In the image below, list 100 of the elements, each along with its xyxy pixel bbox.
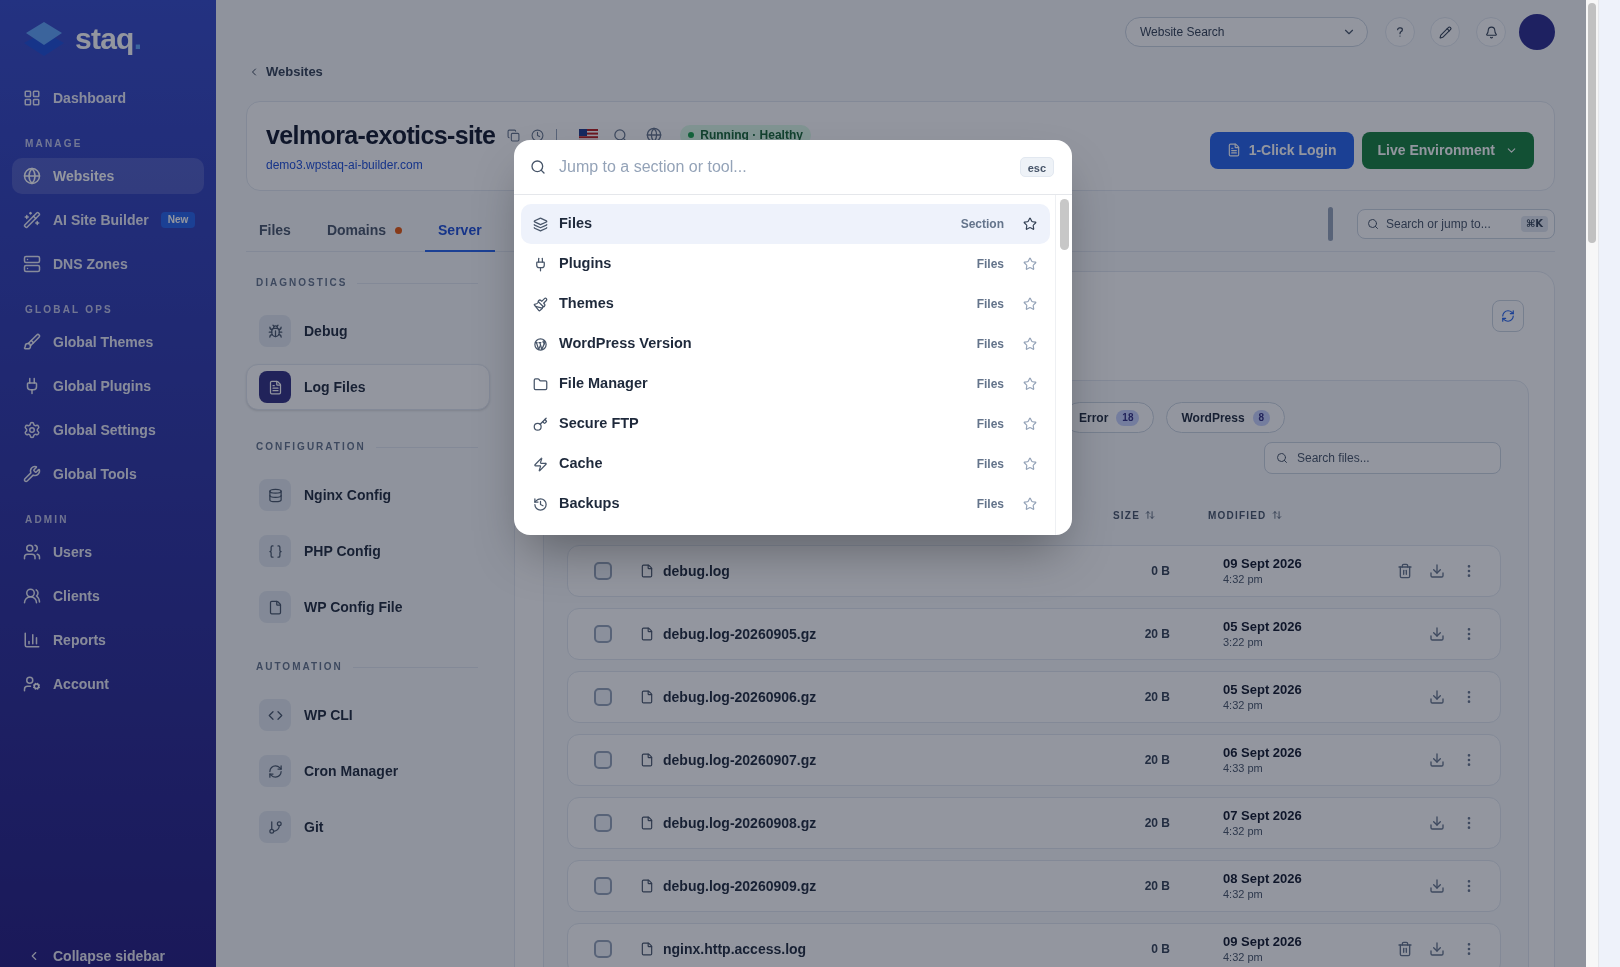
palette-search-input[interactable]: Jump to a section or tool... [559, 152, 1020, 182]
palette-item[interactable]: WordPress Version Files [521, 324, 1050, 364]
scrollbar-thumb[interactable] [1588, 3, 1596, 243]
download-icon[interactable] [1429, 752, 1445, 768]
star-icon[interactable] [1023, 337, 1037, 351]
sidebar-item[interactable]: Global Plugins [12, 368, 204, 404]
sidebar-item[interactable]: Global Tools [12, 456, 204, 492]
plug-icon [533, 256, 548, 272]
log-file-row[interactable]: debug.log-20260906.gz 20 B 05 Sept 2026 4:32 pm [567, 671, 1501, 723]
star-icon[interactable] [1023, 417, 1037, 431]
star-icon[interactable] [1023, 217, 1037, 231]
download-icon[interactable] [1429, 563, 1445, 579]
row-checkbox[interactable] [594, 562, 612, 580]
users-icon [23, 543, 41, 561]
download-icon[interactable] [1429, 878, 1445, 894]
row-checkbox[interactable] [594, 688, 612, 706]
server-nav-item[interactable]: Cron Manager [246, 748, 490, 794]
palette-item[interactable]: File Manager Files [521, 364, 1050, 404]
sidebar-item[interactable]: Global Themes [12, 324, 204, 360]
collapse-sidebar-button[interactable]: Collapse sidebar [12, 946, 166, 966]
file-name: debug.log-20260908.gz [663, 813, 818, 833]
star-icon[interactable] [1023, 457, 1037, 471]
file-search-field[interactable]: Search files... [1264, 442, 1501, 474]
login-button[interactable]: 1-Click Login [1209, 131, 1354, 169]
row-checkbox[interactable] [594, 877, 612, 895]
row-checkbox[interactable] [594, 814, 612, 832]
trash-icon[interactable] [1397, 941, 1413, 957]
palette-item[interactable]: Files Section [521, 204, 1050, 244]
logo-icon [24, 22, 64, 56]
breadcrumb-link[interactable]: Websites [246, 64, 323, 80]
sidebar-item[interactable]: Users [12, 534, 204, 570]
refresh-button[interactable] [1492, 300, 1524, 332]
wrench-icon [23, 465, 41, 483]
star-icon[interactable] [1023, 377, 1037, 391]
category-label: Files [976, 496, 1004, 513]
website-search-field[interactable]: Website Search [1125, 17, 1368, 47]
download-icon[interactable] [1429, 941, 1445, 957]
sidebar-item[interactable]: AI Site Builder New [12, 202, 204, 238]
copy-icon[interactable] [507, 128, 521, 142]
avatar[interactable] [1519, 14, 1555, 50]
server-nav-item[interactable]: Nginx Config [246, 472, 490, 518]
server-nav-item[interactable]: Debug [246, 308, 490, 354]
globe-icon[interactable] [646, 127, 663, 143]
server-nav-item[interactable]: Git [246, 804, 490, 850]
row-checkbox[interactable] [594, 940, 612, 958]
column-header[interactable]: SIZE [1075, 507, 1155, 523]
site-url-link[interactable]: demo3.wpstaq-ai-builder.com [266, 157, 423, 173]
tab[interactable]: Files [246, 210, 304, 252]
palette-item[interactable]: Cache Files [521, 444, 1050, 484]
log-file-row[interactable]: debug.log-20260905.gz 20 B 05 Sept 2026 3:22 pm [567, 608, 1501, 660]
file-icon [640, 627, 654, 641]
server-nav-item[interactable]: PHP Config [246, 528, 490, 574]
row-checkbox[interactable] [594, 625, 612, 643]
palette-item[interactable]: Themes Files [521, 284, 1050, 324]
sidebar-item[interactable]: Account [12, 666, 204, 702]
file-icon [640, 690, 654, 704]
log-file-row[interactable]: debug.log-20260907.gz 20 B 06 Sept 2026 4:33 pm [567, 734, 1501, 786]
tab[interactable]: Domains [313, 210, 416, 252]
server-nav-item[interactable]: WP CLI [246, 692, 490, 738]
download-icon[interactable] [1429, 689, 1445, 705]
modified-time: 4:33 pm [1223, 761, 1263, 775]
log-file-row[interactable]: debug.log 0 B 09 Sept 2026 4:32 pm [567, 545, 1501, 597]
log-file-row[interactable]: debug.log-20260908.gz 20 B 07 Sept 2026 4:32 pm [567, 797, 1501, 849]
log-file-row[interactable]: nginx.http.access.log 0 B 09 Sept 2026 4:32 pm [567, 923, 1501, 967]
filter-chip[interactable]: WordPress 8 [1166, 402, 1286, 433]
section-heading: CONFIGURATION [256, 441, 366, 453]
sidebar-item[interactable]: Reports [12, 622, 204, 658]
edit-button[interactable] [1430, 17, 1460, 47]
category-label: Files [976, 296, 1004, 313]
download-icon[interactable] [1429, 626, 1445, 642]
sidebar-item[interactable]: DNS Zones [12, 246, 204, 282]
download-icon[interactable] [1429, 815, 1445, 831]
palette-item[interactable]: Secure FTP Files [521, 404, 1050, 444]
paintbrush-icon [533, 296, 548, 312]
palette-item[interactable]: Plugins Files [521, 244, 1050, 284]
status-label: Running · Healthy [700, 127, 803, 144]
layers-icon [533, 216, 548, 232]
log-file-row[interactable]: debug.log-20260909.gz 20 B 08 Sept 2026 4:32 pm [567, 860, 1501, 912]
star-icon[interactable] [1023, 257, 1037, 271]
environment-dropdown-button[interactable]: Live Environment [1361, 131, 1534, 169]
row-checkbox[interactable] [594, 751, 612, 769]
search-icon [530, 159, 546, 175]
esc-key[interactable]: esc [1019, 157, 1054, 177]
star-icon[interactable] [1023, 297, 1037, 311]
clock-icon[interactable] [531, 128, 545, 142]
tab[interactable]: Server [425, 210, 495, 252]
star-icon[interactable] [1023, 497, 1037, 511]
sidebar-item[interactable]: Dashboard [12, 80, 204, 116]
sidebar-item[interactable]: Clients [12, 578, 204, 614]
server-nav-item[interactable]: Log Files [246, 364, 490, 410]
sidebar-item[interactable]: Global Settings [12, 412, 204, 448]
notifications-button[interactable] [1476, 17, 1506, 47]
scrollbar-thumb[interactable] [1059, 199, 1069, 250]
palette-item[interactable]: Backups Files [521, 484, 1050, 524]
document-icon [1226, 143, 1241, 157]
trash-icon[interactable] [1397, 563, 1413, 579]
server-nav-item[interactable]: WP Config File [246, 584, 490, 630]
column-header[interactable]: MODIFIED [1208, 507, 1358, 523]
file-size: 0 B [1150, 941, 1170, 958]
help-button[interactable] [1385, 17, 1415, 47]
